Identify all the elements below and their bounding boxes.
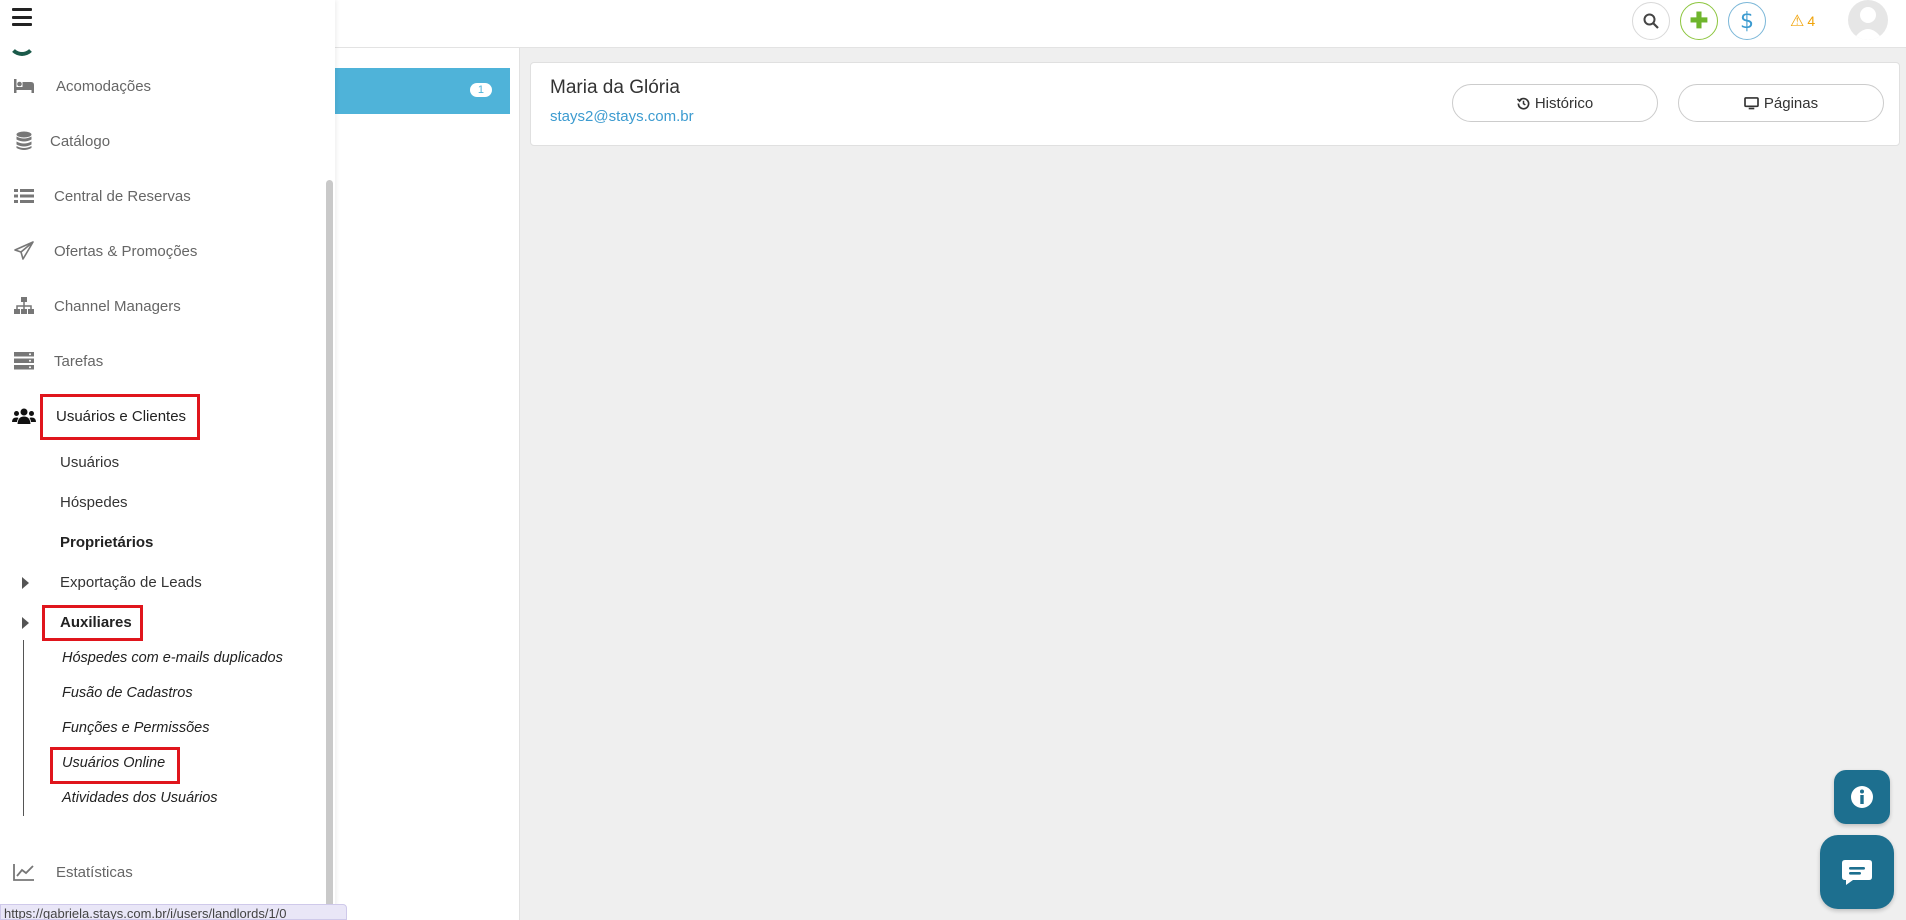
alert-count: 4 xyxy=(1807,13,1816,29)
profile-name: Maria da Glória xyxy=(550,77,680,98)
sitemap-icon xyxy=(12,295,36,317)
sidebar-item-offers[interactable]: Ofertas & Promoções xyxy=(0,231,197,271)
sidebar-item-label: Tarefas xyxy=(54,352,104,370)
paper-plane-icon xyxy=(12,240,36,262)
sidebar-item-catalog[interactable]: Catálogo xyxy=(0,121,110,161)
sidebar-item-tasks[interactable]: Tarefas xyxy=(0,341,103,381)
aux-item-roles-permissions[interactable]: Funções e Permissões xyxy=(62,720,209,736)
alerts-button[interactable]: ⚠ 4 xyxy=(1790,11,1815,31)
sidebar-scrollbar[interactable] xyxy=(326,180,333,910)
chat-button[interactable] xyxy=(1820,835,1894,909)
list-panel: 1 xyxy=(335,48,520,920)
profile-email[interactable]: stays2@stays.com.br xyxy=(550,108,694,125)
add-button[interactable]: ✚ xyxy=(1680,2,1718,40)
sidebar-item-label: Acomodações xyxy=(56,77,152,95)
sidebar-subitem-guests[interactable]: Hóspedes xyxy=(60,494,128,511)
info-button[interactable] xyxy=(1834,770,1890,824)
sidebar-subitem-owners[interactable]: Proprietários xyxy=(60,534,153,551)
user-avatar-icon xyxy=(1853,7,1883,40)
sidebar-item-label: Ofertas & Promoções xyxy=(54,242,198,260)
list-icon xyxy=(12,185,36,207)
sidebar-item-accommodations[interactable]: Acomodações xyxy=(0,66,151,106)
sidebar-item-label: Estatísticas xyxy=(56,863,133,881)
highlight-box xyxy=(42,605,143,641)
aux-item-user-activities[interactable]: Atividades dos Usuários xyxy=(62,790,218,806)
menu-toggle-icon[interactable] xyxy=(12,8,32,26)
aux-item-merge-records[interactable]: Fusão de Cadastros xyxy=(62,685,193,701)
caret-right-icon[interactable] xyxy=(22,617,29,629)
sidebar-item-label: Catálogo xyxy=(50,132,111,150)
history-label: Histórico xyxy=(1534,94,1594,112)
pages-label: Páginas xyxy=(1763,94,1819,112)
count-badge: 1 xyxy=(469,83,492,97)
bed-icon xyxy=(12,75,36,97)
warning-icon: ⚠ xyxy=(1790,13,1805,30)
caret-right-icon[interactable] xyxy=(22,577,29,589)
history-icon xyxy=(1516,97,1530,110)
sidebar-item-reservations[interactable]: Central de Reservas xyxy=(0,176,191,216)
sidebar-item-statistics[interactable]: Estatísticas xyxy=(0,852,133,892)
avatar[interactable] xyxy=(1848,0,1888,40)
info-icon xyxy=(1851,786,1873,808)
sidebar-subitem-users[interactable]: Usuários xyxy=(60,454,119,471)
tree-line xyxy=(23,640,24,816)
logo xyxy=(8,28,36,56)
dollar-icon: $ xyxy=(1740,8,1754,34)
finance-button[interactable]: $ xyxy=(1728,2,1766,40)
list-item-selected[interactable]: 1 xyxy=(335,68,510,114)
search-icon xyxy=(1643,13,1659,29)
database-icon xyxy=(12,130,36,152)
sidebar-item-label: Channel Managers xyxy=(54,297,181,315)
aux-item-duplicate-emails[interactable]: Hóspedes com e-mails duplicados xyxy=(62,650,283,666)
chat-icon xyxy=(1842,860,1872,885)
highlight-box xyxy=(40,394,200,440)
sidebar-subitem-lead-export[interactable]: Exportação de Leads xyxy=(60,574,202,591)
server-icon xyxy=(12,350,36,372)
search-button[interactable] xyxy=(1632,2,1670,40)
profile-card: Maria da Glória stays2@stays.com.br Hist… xyxy=(530,62,1900,146)
desktop-icon xyxy=(1744,96,1759,109)
sidebar: Acomodações Catálogo Central de Reservas… xyxy=(0,0,335,920)
plus-icon: ✚ xyxy=(1689,8,1709,33)
sidebar-item-label: Central de Reservas xyxy=(54,187,191,205)
highlight-box xyxy=(50,747,180,784)
status-bar-url: https://gabriela.stays.com.br/i/users/la… xyxy=(0,904,347,920)
sidebar-item-channel-managers[interactable]: Channel Managers xyxy=(0,286,181,326)
users-icon xyxy=(12,405,36,427)
line-chart-icon xyxy=(12,861,36,883)
history-button[interactable]: Histórico xyxy=(1452,84,1658,122)
pages-button[interactable]: Páginas xyxy=(1678,84,1884,122)
